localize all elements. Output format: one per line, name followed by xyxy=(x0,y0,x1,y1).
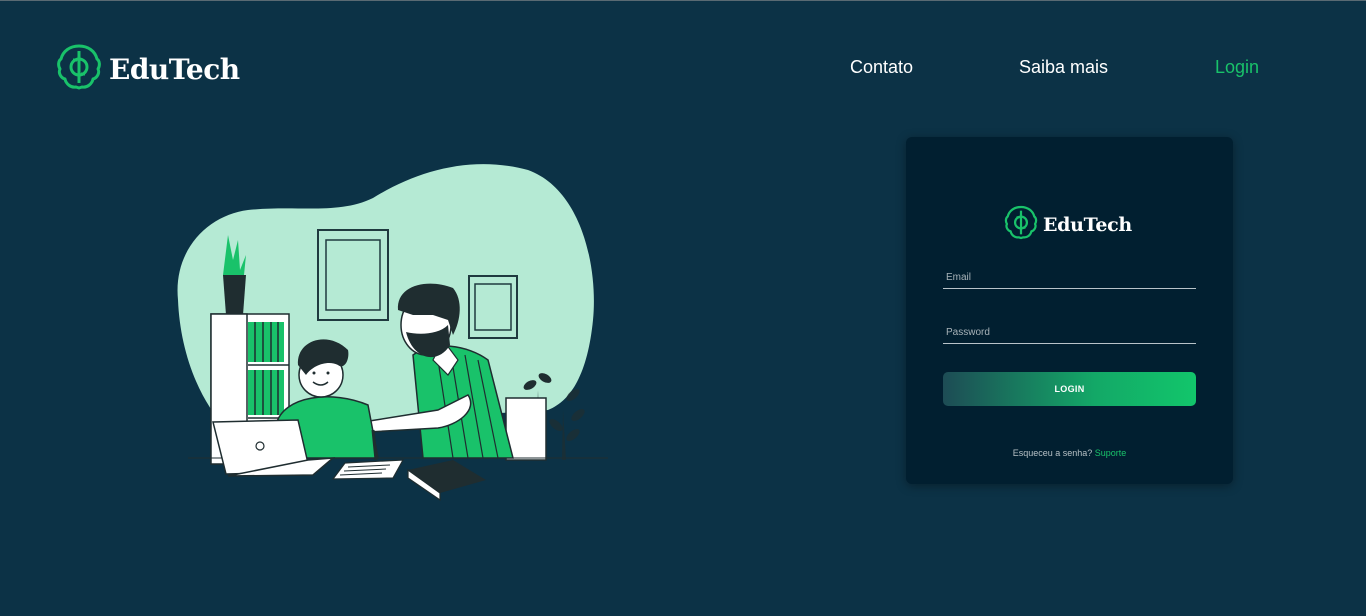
top-border xyxy=(0,0,1366,1)
forgot-password-line: Esqueceu a senha? Suporte xyxy=(906,448,1233,458)
login-card: EduTech LOGIN Esqueceu a senha? Suporte xyxy=(906,137,1233,484)
brain-gear-icon xyxy=(1003,204,1039,246)
email-field xyxy=(943,266,1196,289)
card-logo: EduTech xyxy=(1003,204,1132,246)
support-link[interactable]: Suporte xyxy=(1095,448,1127,458)
nav-saiba-mais-link[interactable]: Saiba mais xyxy=(1019,57,1108,78)
nav-login-link[interactable]: Login xyxy=(1215,57,1259,78)
password-field xyxy=(943,321,1196,344)
brain-gear-icon xyxy=(55,42,103,97)
nav-contato-link[interactable]: Contato xyxy=(850,57,913,78)
email-input[interactable] xyxy=(943,266,1196,288)
forgot-password-text: Esqueceu a senha? xyxy=(1012,448,1093,458)
hero-illustration xyxy=(168,160,613,510)
password-input[interactable] xyxy=(943,321,1196,343)
header-brand-name: EduTech xyxy=(109,53,240,86)
header-logo[interactable]: EduTech xyxy=(55,42,240,97)
login-button[interactable]: LOGIN xyxy=(943,372,1196,406)
card-brand-name: EduTech xyxy=(1043,214,1132,236)
